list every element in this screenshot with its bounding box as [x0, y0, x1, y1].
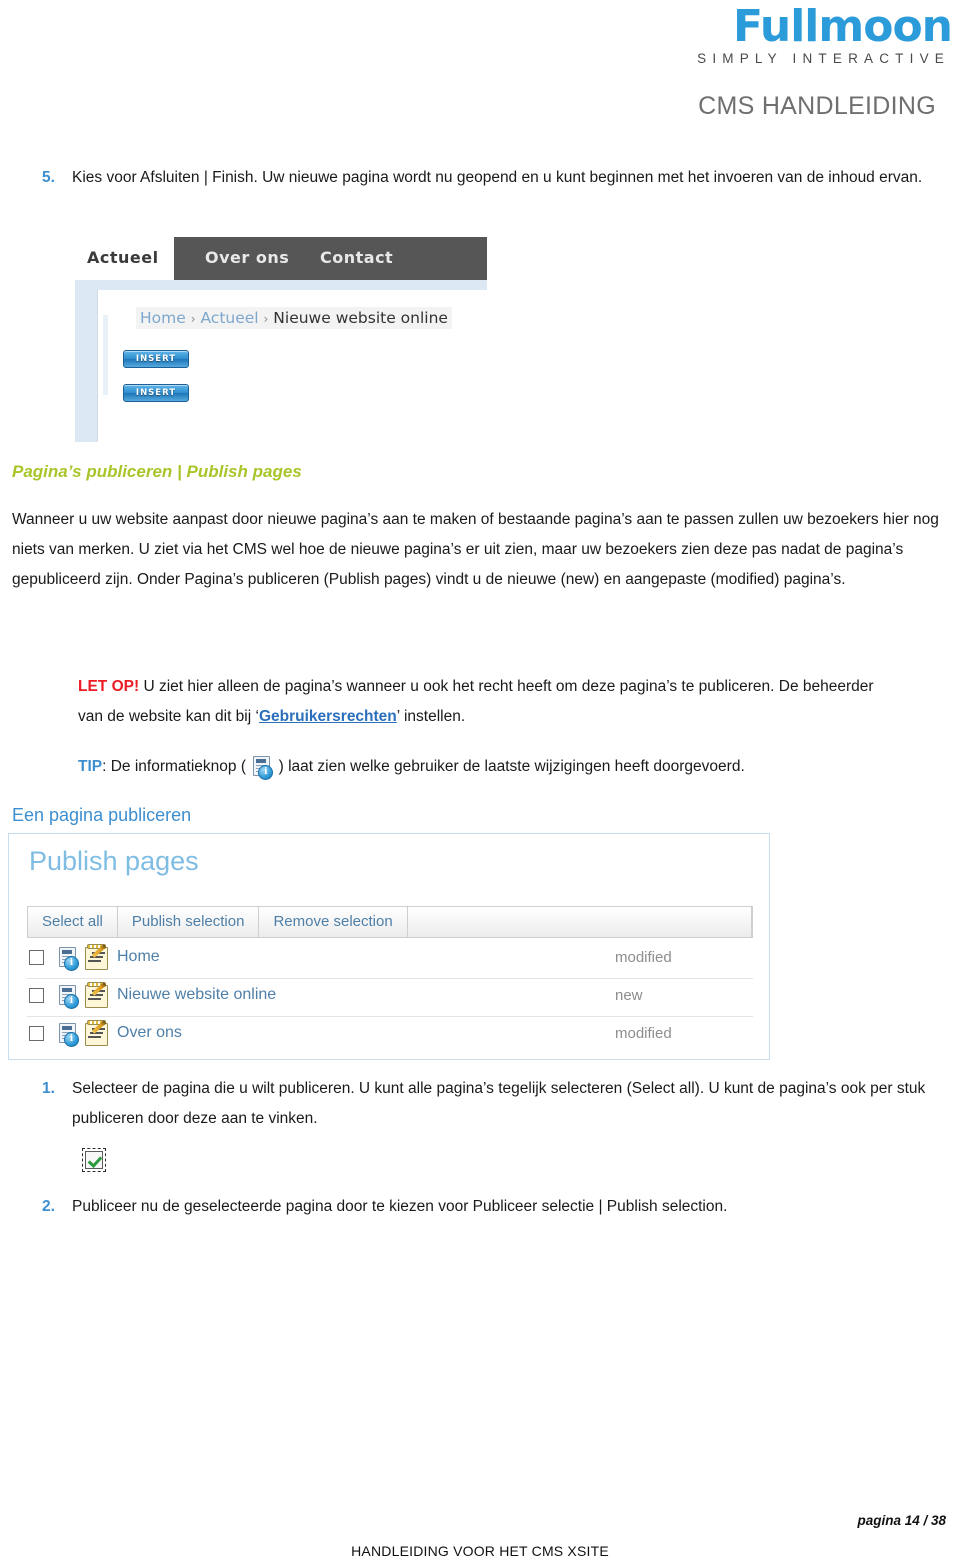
breadcrumb-separator-icon: ›: [190, 312, 196, 326]
row-status: new: [615, 987, 643, 1004]
info-icon[interactable]: i: [57, 985, 79, 1009]
info-icon[interactable]: i: [57, 1023, 79, 1047]
site-content-area: Home › Actueel › Nieuwe website online I…: [97, 290, 488, 442]
step-item-1: 1. Selecteer de pagina die u wilt public…: [42, 1074, 950, 1134]
step-number: 1.: [42, 1080, 55, 1097]
panel-title: Publish pages: [29, 846, 199, 876]
site-tab-actueel[interactable]: Actueel: [87, 248, 159, 267]
site-body: Home › Actueel › Nieuwe website online I…: [75, 280, 488, 442]
breadcrumb: Home › Actueel › Nieuwe website online: [136, 307, 452, 329]
table-row[interactable]: i Over ons modified: [27, 1016, 753, 1054]
publish-pages-panel: Publish pages Select all Publish selecti…: [8, 833, 770, 1060]
notice-text-before: U ziet hier alleen de pagina’s wanneer u…: [78, 678, 874, 725]
toolbar-filler: [408, 907, 752, 937]
row-status: modified: [615, 949, 672, 966]
step-item-2: 2. Publiceer nu de geselecteerde pagina …: [42, 1192, 950, 1222]
step-number: 2.: [42, 1198, 55, 1215]
info-icon-badge: i: [64, 994, 79, 1009]
info-icon-badge: i: [64, 1032, 79, 1047]
breadcrumb-item-home[interactable]: Home: [140, 309, 186, 327]
document-subtitle: CMS HANDLEIDING: [698, 92, 936, 120]
fullmoon-logo: FULLMOON SIMPLY INTERACTIVE: [697, 5, 953, 66]
site-tab-over-ons[interactable]: Over ons: [205, 248, 289, 267]
tip-label: TIP: [78, 758, 103, 775]
step-item-5: 5. Kies voor Afsluiten | Finish. Uw nieu…: [42, 163, 950, 193]
tip-text-before: : De informatieknop (: [102, 758, 251, 775]
checkmark-icon: [85, 1151, 103, 1169]
select-all-button[interactable]: Select all: [28, 907, 118, 937]
breadcrumb-separator-icon: ›: [263, 312, 269, 326]
info-icon[interactable]: i: [57, 947, 79, 971]
page-number: pagina 14 / 38: [857, 1513, 946, 1528]
checked-checkbox-figure: [82, 1148, 106, 1172]
tip-paragraph: TIP: De informatieknop ( i ) laat zien w…: [78, 752, 888, 782]
table-row[interactable]: i Nieuwe website online new: [27, 978, 753, 1017]
site-tab-contact[interactable]: Contact: [320, 248, 393, 267]
row-checkbox[interactable]: [29, 1026, 44, 1041]
notice-label: LET OP!: [78, 678, 140, 695]
info-icon-badge: i: [64, 956, 79, 971]
site-preview-screenshot: Actueel Over ons Contact Home › Actueel …: [75, 237, 488, 442]
row-page-name[interactable]: Home: [117, 948, 160, 966]
info-icon: i: [251, 756, 274, 780]
footer-text: HANDLEIDING VOOR HET CMS XSITE: [351, 1543, 609, 1559]
logo-wordmark: FULLMOON: [697, 5, 953, 49]
step-text: Kies voor Afsluiten | Finish. Uw nieuwe …: [72, 169, 923, 186]
logo-tagline: SIMPLY INTERACTIVE: [697, 50, 950, 66]
insert-button[interactable]: INSERT: [123, 384, 189, 402]
document-header: FULLMOON SIMPLY INTERACTIVE CMS HANDLEID…: [0, 0, 960, 150]
notice-paragraph: LET OP! U ziet hier alleen de pagina’s w…: [78, 672, 888, 732]
table-row[interactable]: i Home modified: [27, 940, 753, 979]
row-page-name[interactable]: Nieuwe website online: [117, 986, 276, 1004]
logo-wordmark-f: F: [733, 1, 761, 52]
step-text: Selecteer de pagina die u wilt publicere…: [72, 1080, 926, 1127]
notice-text-after: ’ instellen.: [396, 708, 466, 725]
insert-button[interactable]: INSERT: [123, 350, 189, 368]
row-checkbox[interactable]: [29, 988, 44, 1003]
publish-selection-button[interactable]: Publish selection: [118, 907, 260, 937]
subsection-heading: Een pagina publiceren: [12, 805, 192, 825]
logo-wordmark-rest: ULLMOON: [759, 1, 953, 52]
panel-toolbar: Select all Publish selection Remove sele…: [27, 906, 753, 938]
remove-selection-button[interactable]: Remove selection: [259, 907, 408, 937]
step-text: Publiceer nu de geselecteerde pagina doo…: [72, 1198, 728, 1215]
row-page-name[interactable]: Over ons: [117, 1024, 182, 1042]
step-number: 5.: [42, 169, 55, 186]
gebruikersrechten-link[interactable]: Gebruikersrechten: [259, 708, 397, 725]
breadcrumb-current: Nieuwe website online: [273, 309, 448, 327]
row-status: modified: [615, 1025, 672, 1042]
site-tabbar: Actueel Over ons Contact: [75, 237, 487, 280]
breadcrumb-item-actueel[interactable]: Actueel: [200, 309, 258, 327]
info-icon-badge: i: [258, 765, 274, 780]
tip-text-after: ) laat zien welke gebruiker de laatste w…: [274, 758, 745, 775]
row-checkbox[interactable]: [29, 950, 44, 965]
intro-paragraph: Wanneer u uw website aanpast door nieuwe…: [12, 511, 939, 588]
site-side-stripe: [103, 315, 108, 395]
section-heading: Pagina’s publiceren | Publish pages: [12, 462, 302, 481]
